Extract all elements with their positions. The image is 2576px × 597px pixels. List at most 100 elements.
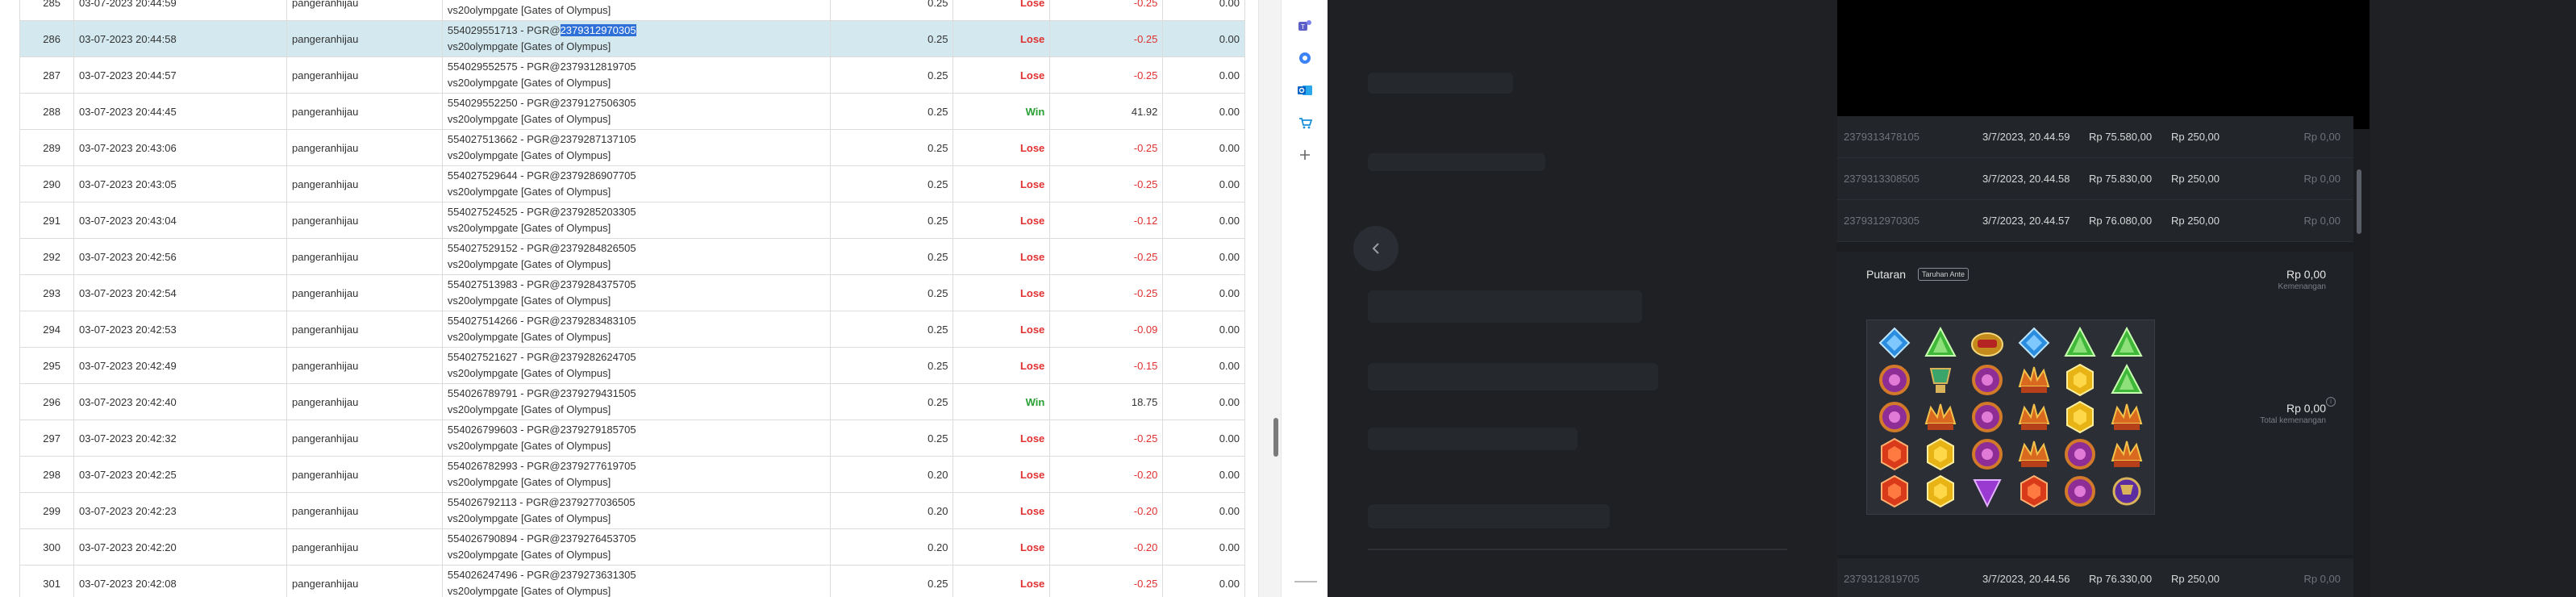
- row-number: 293: [19, 274, 74, 311]
- row-bet: 0.25: [830, 129, 954, 166]
- table-scrollbar-thumb[interactable]: [1273, 418, 1278, 457]
- row-bet: 0.25: [830, 20, 954, 57]
- history-scrollbar-thumb[interactable]: [2357, 169, 2361, 234]
- table-row[interactable]: 300 03-07-2023 20:42:20 pangeranhijau 55402…: [19, 528, 1245, 566]
- history-row[interactable]: 2379312819705 3/7/2023, 20.44.56 Rp 76.3…: [1837, 558, 2353, 597]
- round-id-text: 554029552250 - PGR@2379127506305: [447, 97, 636, 109]
- table-row[interactable]: 297 03-07-2023 20:42:32 pangeranhijau 55402…: [19, 420, 1245, 457]
- round-win: Rp 0,00: [2303, 131, 2340, 143]
- extension-icon[interactable]: [1294, 47, 1316, 69]
- table-row[interactable]: 293 03-07-2023 20:42:54 pangeranhijau 55402…: [19, 274, 1245, 311]
- row-result: Lose: [952, 238, 1051, 275]
- back-button[interactable]: [1353, 226, 1398, 271]
- history-row[interactable]: 2379313478105 3/7/2023, 20.44.59 Rp 75.5…: [1837, 116, 2353, 158]
- row-number: 294: [19, 311, 74, 348]
- row-bet: 0.25: [830, 311, 954, 348]
- table-row[interactable]: 28503-07-2023 20:44:59pangeranhijau55402…: [19, 0, 1245, 21]
- detail-title: Putaran: [1866, 268, 1907, 281]
- row-result: Lose: [952, 420, 1051, 457]
- teams-icon[interactable]: T: [1294, 15, 1316, 37]
- round-id-text: 554027513983 - PGR@2379284375705: [447, 278, 636, 290]
- row-result: Lose: [952, 456, 1051, 493]
- round-balance: Rp 76.330,00: [2089, 573, 2153, 585]
- row-result: Lose: [952, 202, 1051, 239]
- round-id-text: 554027521627 - PGR@2379282624705: [447, 351, 636, 363]
- round-bet: Rp 250,00: [2171, 131, 2220, 143]
- row-jackpot: 0.00: [1162, 492, 1245, 529]
- row-jackpot: 0.00: [1162, 311, 1245, 348]
- history-row[interactable]: 2379313308505 3/7/2023, 20.44.58 Rp 75.8…: [1837, 158, 2353, 200]
- table-row[interactable]: 298 03-07-2023 20:42:25 pangeranhijau 55402…: [19, 456, 1245, 493]
- row-date: 03-07-2023 20:43:06: [73, 129, 287, 166]
- green-gem-icon: [2104, 362, 2149, 398]
- shopping-icon[interactable]: [1294, 111, 1316, 134]
- table-row[interactable]: 292 03-07-2023 20:42:56 pangeranhijau 55402…: [19, 238, 1245, 275]
- green-gem-icon: [1919, 325, 1964, 361]
- round-win: Rp 0,00: [2303, 173, 2340, 185]
- row-round-info: 554029551713 - PGR@2379312970305 vs20olym…: [441, 20, 832, 57]
- row-result: Win: [952, 383, 1051, 420]
- round-datetime: 3/7/2023, 20.44.56: [1982, 573, 2070, 585]
- purple-ring-icon: [2058, 436, 2103, 472]
- svg-text:T: T: [1301, 23, 1305, 31]
- table-row[interactable]: 290 03-07-2023 20:43:05 pangeranhijau 55402…: [19, 165, 1245, 202]
- row-username: pangeranhijau: [286, 274, 443, 311]
- row-jackpot: 0.00: [1162, 347, 1245, 384]
- row-username: pangeranhijau: [286, 202, 443, 239]
- row-round-info: 554026782993 - PGR@2379277619705 vs20olym…: [441, 456, 832, 493]
- row-date: 03-07-2023 20:43:04: [73, 202, 287, 239]
- info-icon[interactable]: i: [2326, 397, 2336, 407]
- row-username: pangeranhijau: [286, 311, 443, 348]
- row-date: 03-07-2023 20:42:56: [73, 238, 287, 275]
- round-id: 2379312970305: [1844, 215, 1919, 227]
- total-win-label: Total kemenangan: [2260, 416, 2326, 425]
- round-id: 2379313308505: [1844, 173, 1919, 185]
- table-row[interactable]: 294 03-07-2023 20:42:53 pangeranhijau 55402…: [19, 311, 1245, 348]
- red-gem-icon: [1872, 436, 1917, 472]
- row-round-info: 554026792113 - PGR@2379277036505 vs20olym…: [441, 492, 832, 529]
- row-payout: -0.20: [1049, 528, 1164, 566]
- purple-ring-icon: [1965, 362, 2010, 398]
- row-payout: 41.92: [1049, 93, 1164, 130]
- table-row[interactable]: 288 03-07-2023 20:44:45 pangeranhijau 55402…: [19, 93, 1245, 130]
- row-number: 298: [19, 456, 74, 493]
- table-row[interactable]: 291 03-07-2023 20:43:04 pangeranhijau 55402…: [19, 202, 1245, 239]
- row-number: 290: [19, 165, 74, 202]
- table-row-selected[interactable]: 286 03-07-2023 20:44:58 pangeranhijau 55402…: [19, 20, 1245, 57]
- table-row[interactable]: 301 03-07-2023 20:42:08 pangeranhijau 55402…: [19, 565, 1245, 597]
- row-date: 03-07-2023 20:42:40: [73, 383, 287, 420]
- red-gem-icon: [2011, 474, 2057, 509]
- table-row[interactable]: 295 03-07-2023 20:42:49 pangeranhijau 55402…: [19, 347, 1245, 384]
- row-round-info: 554027529644 - PGR@2379286907705 vs20olym…: [441, 165, 832, 202]
- row-username: pangeranhijau: [286, 56, 443, 94]
- history-row-selected[interactable]: 2379312970305 3/7/2023, 20.44.57 Rp 76.0…: [1837, 200, 2353, 242]
- row-bet: 0.25: [830, 565, 954, 597]
- chevron-left-icon: [1372, 243, 1379, 254]
- background-placeholder: [1368, 290, 1642, 323]
- game-name-text: vs20olympgate [Gates of Olympus]: [447, 440, 611, 452]
- row-username: pangeranhijau: [286, 565, 443, 597]
- row-username: pangeranhijau: [286, 383, 443, 420]
- row-date: 03-07-2023 20:43:05: [73, 165, 287, 202]
- row-payout: -0.25: [1049, 165, 1164, 202]
- table-row[interactable]: 289 03-07-2023 20:43:06 pangeranhijau 55402…: [19, 129, 1245, 166]
- outlook-icon[interactable]: [1294, 79, 1316, 102]
- add-icon[interactable]: [1294, 144, 1316, 166]
- detail-win-label: Kemenangan: [2278, 282, 2327, 291]
- table-row[interactable]: 287 03-07-2023 20:44:57 pangeranhijau 55402…: [19, 56, 1245, 94]
- row-round-info: 554029551726 - PGR@2379313478105vs20olym…: [441, 0, 832, 21]
- round-id-text: 554026789791 - PGR@2379279431505: [447, 387, 636, 399]
- round-id-text: 554027524525 - PGR@2379285203305: [447, 206, 636, 218]
- row-payout: -0.25: [1049, 565, 1164, 597]
- round-id-text: 554026247496 - PGR@2379273631305: [447, 569, 636, 581]
- table-row[interactable]: 299 03-07-2023 20:42:23 pangeranhijau 55402…: [19, 492, 1245, 529]
- table-row[interactable]: 296 03-07-2023 20:42:40 pangeranhijau 55402…: [19, 383, 1245, 420]
- table-scrollbar[interactable]: [1258, 0, 1281, 597]
- round-bet: Rp 250,00: [2171, 173, 2220, 185]
- purple-ring-icon: [1872, 362, 1917, 398]
- row-username: pangeranhijau: [286, 420, 443, 457]
- row-number: 300: [19, 528, 74, 566]
- green-gem-icon: [2058, 325, 2103, 361]
- game-name-text: vs20olympgate [Gates of Olympus]: [447, 294, 611, 307]
- row-bet: 0.25: [830, 420, 954, 457]
